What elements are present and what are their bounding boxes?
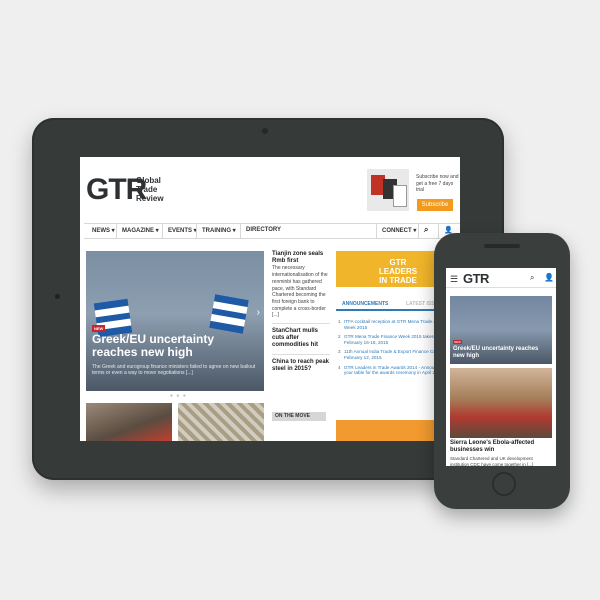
side-stories: Tianjin zone seals Rmb first The necessa… <box>272 251 330 373</box>
user-icon[interactable]: 👤 <box>544 273 554 282</box>
hero-title[interactable]: Greek/EU uncertainty reaches new high <box>453 346 551 360</box>
slider-dots[interactable]: ● ● ● <box>170 393 187 399</box>
nav-news[interactable]: NEWS ▾ <box>92 227 115 234</box>
nav-directory[interactable]: DIRECTORY <box>246 227 281 233</box>
new-badge: NEW <box>453 340 462 344</box>
mobile-header: ☰ GTR ⌕ 👤 <box>446 268 556 288</box>
new-badge: NEW <box>92 325 106 332</box>
search-icon[interactable]: ⌕ <box>424 225 428 235</box>
ship-image[interactable] <box>450 368 552 438</box>
greek-flag-image <box>209 294 249 334</box>
tablet-home-button <box>55 294 60 299</box>
on-the-move-header: ON THE MOVE <box>272 412 326 421</box>
story-headline[interactable]: StanChart mulls cuts after commodities h… <box>272 328 330 350</box>
story-headline[interactable]: China to reach peak steel in 2015? <box>272 359 330 373</box>
search-icon[interactable]: ⌕ <box>530 273 534 283</box>
ship-thumbnail[interactable] <box>86 403 172 441</box>
story-summary: Standard Chartered and UK development in… <box>450 456 534 466</box>
main-nav: NEWS ▾ MAGAZINE ▾ EVENTS ▾ TRAINING ▾ DI… <box>84 223 460 239</box>
site-header: GTR Global Trade Review Subscribe now an… <box>80 157 460 219</box>
mobile-hero[interactable]: NEW Greek/EU uncertainty reaches new hig… <box>450 296 552 364</box>
nav-connect[interactable]: CONNECT ▾ <box>382 227 416 234</box>
tablet-screen: GTR Global Trade Review Subscribe now an… <box>80 157 460 441</box>
gtr-logo[interactable]: GTR <box>463 271 489 286</box>
banknotes-thumbnail[interactable] <box>178 403 264 441</box>
hero-summary: The Greek and eurogroup finance minister… <box>92 364 256 377</box>
nav-events[interactable]: EVENTS ▾ <box>168 227 197 234</box>
chevron-right-icon[interactable]: › <box>257 307 260 318</box>
nav-magazine[interactable]: MAGAZINE ▾ <box>122 227 159 234</box>
subscribe-text: Subscribe now and get a free 7 days tria… <box>416 174 459 193</box>
phone-home-button <box>492 472 516 496</box>
subscribe-button[interactable]: Subscribe <box>417 199 453 211</box>
hamburger-menu-icon[interactable]: ☰ <box>450 274 458 285</box>
story-headline[interactable]: Tianjin zone seals Rmb first <box>272 251 330 265</box>
phone-speaker <box>484 244 520 248</box>
logo-subtitle: Global Trade Review <box>136 176 164 203</box>
tablet-camera <box>262 128 268 134</box>
magazine-promo-image[interactable] <box>367 169 409 211</box>
hero-slide[interactable]: NEW Greek/EU uncertainty reaches new hig… <box>86 251 264 391</box>
story-summary: The necessary internationalisation of th… <box>272 265 328 319</box>
phone-screen: ☰ GTR ⌕ 👤 NEW Greek/EU uncertainty reach… <box>446 268 556 466</box>
story-headline[interactable]: Sierra Leone's Ebola-affected businesses… <box>450 440 552 454</box>
tab-announcements[interactable]: ANNOUNCEMENTS <box>342 301 388 307</box>
hero-title[interactable]: Greek/EU uncertainty reaches new high <box>92 333 260 359</box>
nav-training[interactable]: TRAINING ▾ <box>202 227 236 234</box>
